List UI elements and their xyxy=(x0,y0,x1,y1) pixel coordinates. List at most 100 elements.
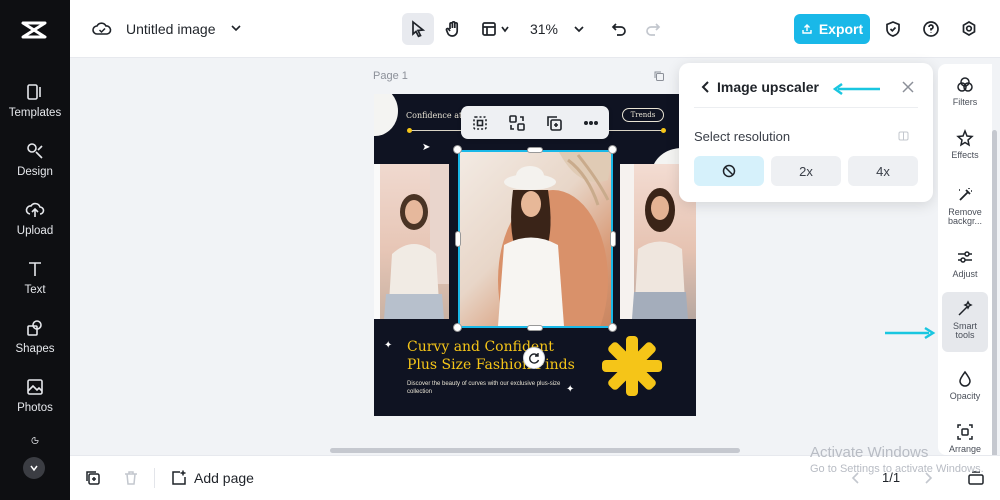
design-tagline[interactable]: Confidence at a xyxy=(406,111,470,120)
layout-icon xyxy=(481,22,496,36)
export-button[interactable]: Export xyxy=(794,14,870,44)
resize-handle-n[interactable] xyxy=(527,147,543,153)
tool-remove-background[interactable]: Remove backgr... xyxy=(942,178,988,236)
nav-item-templates[interactable]: Templates xyxy=(0,82,70,138)
panel-title: Image upscaler xyxy=(717,79,819,95)
capcut-logo-icon[interactable] xyxy=(20,17,48,43)
resize-handle-sw[interactable] xyxy=(453,323,462,332)
nav-item-label: Design xyxy=(17,166,53,178)
close-icon[interactable] xyxy=(901,80,915,94)
vertical-scrollbar[interactable] xyxy=(992,130,997,460)
annotation-arrow-right xyxy=(885,326,936,340)
nav-item-shapes[interactable]: Shapes xyxy=(0,318,70,374)
resize-handle-s[interactable] xyxy=(527,325,543,331)
effects-icon xyxy=(956,129,974,147)
hand-tool-button[interactable] xyxy=(439,13,467,45)
sparkle-icon: ✦ xyxy=(384,340,393,351)
tool-opacity[interactable]: Opacity xyxy=(942,362,988,420)
nav-item-photos[interactable]: Photos xyxy=(0,377,70,433)
tool-label: Smart tools xyxy=(952,321,977,340)
left-navigation: Templates Design Upload Text Shapes Phot… xyxy=(0,0,70,500)
back-icon[interactable] xyxy=(699,80,713,94)
annotation-arrow-left xyxy=(832,82,880,96)
add-layer-icon[interactable] xyxy=(84,469,102,487)
crop-icon[interactable] xyxy=(471,114,489,132)
image-upscaler-panel: Image upscaler Select resolution 2x 4x xyxy=(679,63,933,202)
settings-button[interactable] xyxy=(958,13,980,45)
upload-icon xyxy=(25,202,45,217)
arrange-icon xyxy=(957,424,973,440)
floating-toolbar xyxy=(461,106,609,139)
undo-button[interactable] xyxy=(608,13,630,45)
select-tool-button[interactable] xyxy=(402,13,434,45)
replace-icon[interactable] xyxy=(508,114,526,132)
tool-label: Remove backgr... xyxy=(947,207,983,226)
trash-icon[interactable] xyxy=(122,469,140,487)
duplicate-icon[interactable] xyxy=(545,114,563,132)
help-icon xyxy=(923,21,939,37)
resolution-option-none[interactable] xyxy=(694,156,764,186)
opacity-icon xyxy=(959,370,971,387)
zoom-dropdown-button[interactable] xyxy=(569,13,589,45)
resize-handle-e[interactable] xyxy=(610,231,616,247)
tool-label: Effects xyxy=(951,150,979,160)
tool-filters[interactable]: Filters xyxy=(942,68,988,126)
yellow-star-shape[interactable] xyxy=(600,334,664,398)
selection-box[interactable] xyxy=(458,150,613,328)
nav-item-more[interactable] xyxy=(0,436,70,450)
design-headline[interactable]: Curvy and Confident Plus Size Fashion Fi… xyxy=(407,338,575,374)
nav-item-text[interactable]: Text xyxy=(0,259,70,315)
nav-item-label: Text xyxy=(24,284,46,296)
resize-handle-ne[interactable] xyxy=(608,145,617,154)
tool-label: Opacity xyxy=(949,391,981,401)
adjust-icon xyxy=(958,251,972,263)
sparkle-icon: ✦ xyxy=(566,384,575,395)
sparkle-icon: ➤ xyxy=(422,142,431,153)
chevron-down-icon[interactable] xyxy=(230,22,242,34)
resize-handle-se[interactable] xyxy=(608,323,617,332)
export-icon xyxy=(802,24,812,34)
cloud-icon[interactable] xyxy=(92,20,112,38)
pie-icon xyxy=(31,436,39,444)
help-button[interactable] xyxy=(920,13,942,45)
decor-dot xyxy=(661,128,666,133)
layout-tool-button[interactable] xyxy=(476,13,514,45)
tool-adjust[interactable]: Adjust xyxy=(942,240,988,298)
shield-button[interactable] xyxy=(882,13,904,45)
horizontal-scrollbar[interactable] xyxy=(330,448,740,453)
resolution-option-4x[interactable]: 4x xyxy=(848,156,918,186)
add-page-icon xyxy=(172,470,186,485)
copy-page-icon[interactable] xyxy=(653,70,665,82)
info-icon[interactable] xyxy=(898,130,910,142)
design-subline[interactable]: Discover the beauty of curves with our e… xyxy=(407,380,577,396)
resize-handle-nw[interactable] xyxy=(453,145,462,154)
watermark-title: Activate Windows xyxy=(810,444,929,461)
undo-icon xyxy=(611,23,626,36)
nav-expand-button[interactable] xyxy=(23,457,45,479)
watermark-subtitle: Go to Settings to activate Windows. xyxy=(810,463,984,475)
activate-windows-watermark: Activate Windows Go to Settings to activ… xyxy=(810,444,984,475)
redo-icon xyxy=(646,23,661,36)
add-page-button[interactable]: Add page xyxy=(170,466,254,490)
headline-line-1: Curvy and Confident xyxy=(407,339,554,355)
tool-smart-tools[interactable]: Smart tools xyxy=(942,292,988,352)
disabled-icon xyxy=(722,164,736,178)
zoom-level[interactable]: 31% xyxy=(525,13,563,45)
templates-icon xyxy=(27,84,41,100)
document-title[interactable]: Untitled image xyxy=(126,21,216,37)
rotate-handle[interactable] xyxy=(523,347,545,369)
resolution-option-2x[interactable]: 2x xyxy=(771,156,841,186)
page-label: Page 1 xyxy=(373,70,408,82)
photo-left[interactable] xyxy=(374,164,449,319)
resize-handle-w[interactable] xyxy=(455,231,461,247)
nav-item-upload[interactable]: Upload xyxy=(0,200,70,256)
tool-effects[interactable]: Effects xyxy=(942,121,988,179)
filters-icon xyxy=(957,77,973,92)
nav-item-label: Shapes xyxy=(15,343,55,355)
nav-item-design[interactable]: Design xyxy=(0,141,70,197)
shield-icon xyxy=(886,21,900,37)
design-trends-pill[interactable]: Trends xyxy=(622,108,664,122)
redo-button[interactable] xyxy=(642,13,664,45)
more-icon[interactable] xyxy=(582,114,600,132)
right-tools-panel: Filters Effects Remove backgr... Adjust … xyxy=(938,64,992,455)
